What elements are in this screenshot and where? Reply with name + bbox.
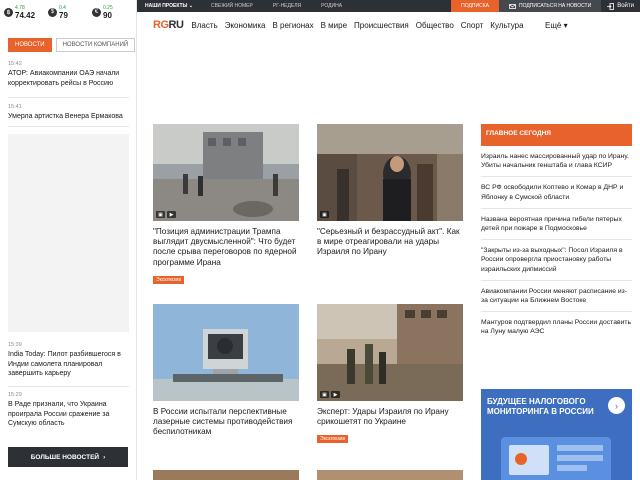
topbar-link-issue[interactable]: СВЕЖИЙ НОМЕР	[201, 3, 263, 9]
nav-item-culture[interactable]: Культура	[490, 21, 523, 30]
news-card[interactable]: ▣ ▶ Эксперт: Удары Израиля по Ирану срик…	[317, 304, 463, 445]
nav-item-society[interactable]: Общество	[416, 21, 454, 30]
list-item[interactable]: ВС РФ освободили Коптево и Комар в ДНР и…	[481, 177, 632, 209]
euro-icon: €	[92, 7, 101, 17]
dollar-icon: $	[48, 7, 57, 17]
news-card[interactable]: ▣ ▶ "Позиция администрации Трампа выгляд…	[153, 124, 299, 286]
nav-item-economy[interactable]: Экономика	[225, 21, 266, 30]
more-news-button[interactable]: БОЛЬШЕ НОВОСТЕЙ ›	[8, 447, 128, 467]
news-time: 15:29	[8, 392, 22, 398]
quote-value: 74.42	[15, 11, 36, 20]
nav-more-menu[interactable]: Ещё ▾	[545, 21, 568, 30]
divider	[8, 126, 129, 127]
camera-icon: ▣	[320, 211, 329, 218]
list-item[interactable]: Авиакомпании России меняют расписание из…	[481, 281, 632, 313]
news-photo[interactable]	[153, 304, 299, 401]
camera-icon: ▣	[156, 211, 165, 218]
media-icons: ▣	[320, 211, 329, 218]
news-photo[interactable]: ▣ ▶	[153, 124, 299, 221]
exclusive-badge: Эксклюзив	[153, 275, 184, 284]
main-today-heading: ГЛАВНОЕ СЕГОДНЯ	[481, 124, 632, 146]
ad-placeholder	[8, 134, 129, 332]
news-card[interactable]: В России испытали перспективные лазерные…	[153, 304, 299, 438]
news-time: 15:39	[8, 342, 22, 348]
nav-item-regions[interactable]: В регионах	[272, 21, 313, 30]
subscribe-news-button[interactable]: ПОДПИСАТЬСЯ НА НОВОСТИ	[498, 0, 602, 12]
list-item[interactable]: "Закрыты из-за выходных": Посол Израиля …	[481, 240, 632, 281]
news-photo[interactable]	[153, 470, 299, 480]
login-icon	[607, 2, 615, 10]
left-sidebar: ฿ 4.78 74.42 $ 0.4 79 € 0.25 90 НОВОСТИ …	[0, 0, 137, 480]
nav-item-incidents[interactable]: Происшествия	[354, 21, 409, 30]
list-item[interactable]: 15:39 India Today: Пилот разбившегося в …	[8, 342, 129, 379]
top-bar: НАШИ ПРОЕКТЫ ⌄ СВЕЖИЙ НОМЕР РГ-НЕДЕЛЯ РО…	[137, 0, 640, 12]
news-title[interactable]: "Серьезный и безрассудный акт". Как в ми…	[317, 227, 463, 258]
quote-euro[interactable]: € 0.25 90	[92, 4, 132, 20]
play-icon: ▶	[167, 211, 176, 218]
camera-icon: ▣	[320, 391, 329, 398]
news-text[interactable]: В Раде признали, что Украина проиграла Р…	[8, 400, 129, 429]
list-item[interactable]: 15:41 Умерла артистка Венера Ермакова	[8, 104, 129, 122]
news-time: 15:41	[8, 104, 22, 110]
nav-item-world[interactable]: В мире	[321, 21, 347, 30]
nav-item-power[interactable]: Власть	[191, 21, 217, 30]
chevron-right-icon: ›	[103, 453, 106, 461]
news-time: 15:42	[8, 61, 22, 67]
chevron-down-icon: ⌄	[188, 3, 194, 9]
banner-text: БУДУЩЕЕ НАЛОГОВОГО МОНИТОРИНГА В РОССИИ	[487, 397, 594, 416]
tab-company-news[interactable]: НОВОСТИ КОМПАНИЙ	[55, 38, 136, 52]
quote-value: 90	[103, 11, 112, 20]
more-news-label: БОЛЬШЕ НОВОСТЕЙ	[30, 453, 100, 461]
news-photo[interactable]: ▣	[317, 124, 463, 221]
chevron-down-icon: ▾	[563, 20, 568, 30]
tab-news[interactable]: НОВОСТИ	[8, 38, 52, 52]
list-item[interactable]: Мантуров подтвердил планы России достави…	[481, 312, 632, 342]
list-item[interactable]: 15:42 АТОР: Авиакомпании ОАЭ начали корр…	[8, 61, 129, 88]
mail-icon	[509, 3, 516, 9]
main-nav: RGRU Власть Экономика В регионах В мире …	[153, 14, 640, 36]
quote-value: 79	[59, 11, 68, 20]
main-today-block: ГЛАВНОЕ СЕГОДНЯ Израиль нанес массирован…	[481, 124, 632, 343]
quote-bitcoin[interactable]: ฿ 4.78 74.42	[4, 4, 44, 20]
chevron-right-icon[interactable]: ›	[608, 397, 625, 414]
divider	[8, 386, 129, 387]
news-text[interactable]: India Today: Пилот разбившегося в Индии …	[8, 350, 129, 379]
news-title[interactable]: Эксперт: Удары Израиля по Ирану срикошет…	[317, 407, 463, 427]
login-button[interactable]: Войти	[601, 0, 640, 12]
news-text[interactable]: АТОР: Авиакомпании ОАЭ начали корректиро…	[8, 69, 129, 88]
site-logo[interactable]: RGRU	[153, 19, 184, 31]
news-title[interactable]: "Позиция администрации Трампа выглядит д…	[153, 227, 299, 268]
media-icons: ▣ ▶	[156, 211, 176, 218]
promo-banner[interactable]: БУДУЩЕЕ НАЛОГОВОГО МОНИТОРИНГА В РОССИИ …	[481, 389, 632, 480]
currency-quotes: ฿ 4.78 74.42 $ 0.4 79 € 0.25 90	[0, 0, 136, 24]
subscription-button[interactable]: ПОДПИСКА	[451, 0, 499, 12]
news-title[interactable]: В России испытали перспективные лазерные…	[153, 407, 299, 438]
nav-item-sport[interactable]: Спорт	[461, 21, 484, 30]
sidebar-tabs: НОВОСТИ НОВОСТИ КОМПАНИЙ	[8, 38, 136, 52]
media-icons: ▣ ▶	[320, 391, 340, 398]
play-icon: ▶	[331, 391, 340, 398]
news-photo[interactable]	[317, 470, 463, 480]
list-item[interactable]: Израиль нанес массированный удар по Иран…	[481, 146, 632, 178]
divider	[8, 97, 129, 98]
list-item[interactable]: Названа вероятная причина гибели пятерых…	[481, 209, 632, 241]
news-card[interactable]: ▣ "Серьезный и безрассудный акт". Как в …	[317, 124, 463, 258]
news-photo[interactable]: ▣ ▶	[317, 304, 463, 401]
topbar-link-week[interactable]: РГ-НЕДЕЛЯ	[263, 3, 311, 9]
bitcoin-icon: ฿	[4, 7, 13, 17]
our-projects-menu[interactable]: НАШИ ПРОЕКТЫ ⌄	[137, 3, 201, 9]
list-item[interactable]: 15:29 В Раде признали, что Украина проиг…	[8, 392, 129, 429]
topbar-link-rodina[interactable]: РОДИНА	[311, 3, 352, 9]
news-text[interactable]: Умерла артистка Венера Ермакова	[8, 112, 129, 122]
exclusive-badge: Эксклюзив	[317, 435, 348, 444]
quote-dollar[interactable]: $ 0.4 79	[48, 4, 88, 20]
